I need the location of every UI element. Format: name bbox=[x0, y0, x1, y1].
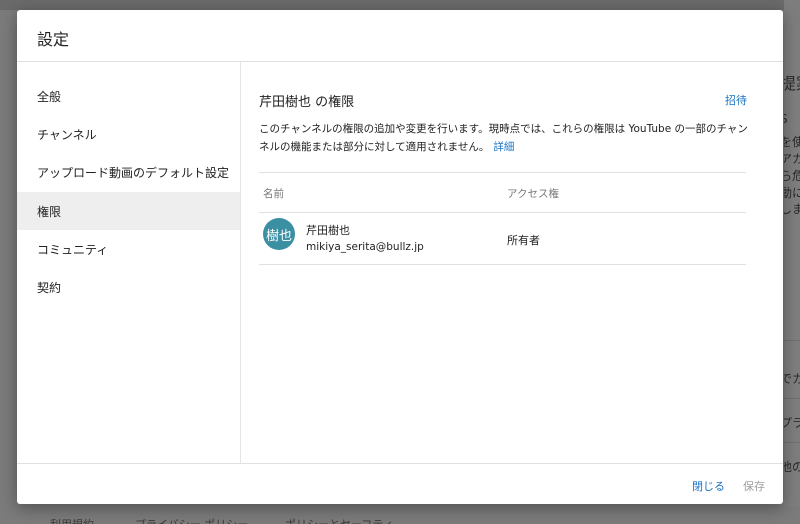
background-fragment: プラ bbox=[784, 416, 800, 430]
dialog-footer: 閉じる 保存 bbox=[17, 463, 783, 504]
permissions-description: このチャンネルの権限の追加や変更を行います。現時点では、これらの権限は YouT… bbox=[259, 120, 749, 156]
background-fragment: S bbox=[784, 112, 788, 126]
background-fragment: 他の bbox=[784, 460, 800, 474]
sidebar-item-general[interactable]: 全般 bbox=[17, 77, 240, 115]
background-footer-link: ポリシーとセーフティ bbox=[285, 516, 394, 524]
sidebar-item-agreements[interactable]: 契約 bbox=[17, 268, 240, 306]
dialog-title: 設定 bbox=[37, 30, 70, 49]
background-footer: 利用規約 プライバシー ポリシー ポリシーとセーフティ bbox=[0, 506, 800, 524]
permissions-title: 芹田樹也 の権限 bbox=[259, 95, 355, 110]
background-footer-link: プライバシー ポリシー bbox=[135, 516, 248, 524]
background-right-panel: 提案 S を使 アカ ら危 動に しま でカ プラ 他の bbox=[784, 0, 800, 524]
table-divider bbox=[259, 264, 746, 265]
settings-dialog: 設定 全般 チャンネル アップロード動画のデフォルト設定 権限 コミュニティ 契… bbox=[17, 10, 783, 504]
background-fragment: 提案 bbox=[784, 74, 800, 93]
sidebar-item-label: 全般 bbox=[37, 90, 62, 104]
sidebar-item-permissions[interactable]: 権限 bbox=[17, 192, 240, 230]
column-header-name: 名前 bbox=[263, 188, 284, 200]
sidebar-item-community[interactable]: コミュニティ bbox=[17, 230, 240, 268]
table-row: 樹也 芹田樹也 mikiya_serita@bullz.jp 所有者 bbox=[259, 212, 746, 264]
save-button[interactable]: 保存 bbox=[743, 478, 765, 494]
dialog-header: 設定 bbox=[17, 10, 783, 62]
avatar: 樹也 bbox=[263, 218, 295, 250]
background-fragment: しま bbox=[784, 202, 800, 216]
permissions-panel: 芹田樹也 の権限 招待 このチャンネルの権限の追加や変更を行います。現時点では、… bbox=[241, 62, 783, 463]
sidebar-item-label: アップロード動画のデフォルト設定 bbox=[37, 166, 230, 180]
background-divider bbox=[784, 442, 800, 443]
close-button[interactable]: 閉じる bbox=[692, 478, 725, 494]
sidebar-item-upload-defaults[interactable]: アップロード動画のデフォルト設定 bbox=[17, 153, 240, 191]
learn-more-link[interactable]: 詳細 bbox=[493, 141, 514, 153]
sidebar-item-label: 権限 bbox=[37, 205, 62, 219]
user-name: 芹田樹也 bbox=[306, 224, 350, 237]
sidebar-item-label: チャンネル bbox=[37, 128, 97, 142]
background-fragment: を使 bbox=[784, 135, 800, 149]
user-role[interactable]: 所有者 bbox=[507, 232, 540, 248]
background-fragment: でカ bbox=[784, 372, 800, 386]
background-footer-link: 利用規約 bbox=[50, 516, 94, 524]
background-fragment: アカ bbox=[784, 152, 800, 166]
sidebar-item-label: 契約 bbox=[37, 281, 62, 295]
sidebar-item-channel[interactable]: チャンネル bbox=[17, 115, 240, 153]
background-divider bbox=[784, 340, 800, 341]
user-email: mikiya_serita@bullz.jp bbox=[306, 241, 424, 253]
background-fragment: 動に bbox=[784, 186, 800, 200]
column-header-access: アクセス権 bbox=[507, 188, 559, 200]
table-divider bbox=[259, 172, 746, 173]
background-divider bbox=[784, 398, 800, 399]
invite-button[interactable]: 招待 bbox=[725, 92, 747, 108]
sidebar-item-label: コミュニティ bbox=[37, 243, 109, 257]
background-fragment: ら危 bbox=[784, 169, 800, 183]
background-topbar bbox=[0, 0, 800, 10]
settings-sidebar: 全般 チャンネル アップロード動画のデフォルト設定 権限 コミュニティ 契約 bbox=[17, 62, 241, 463]
